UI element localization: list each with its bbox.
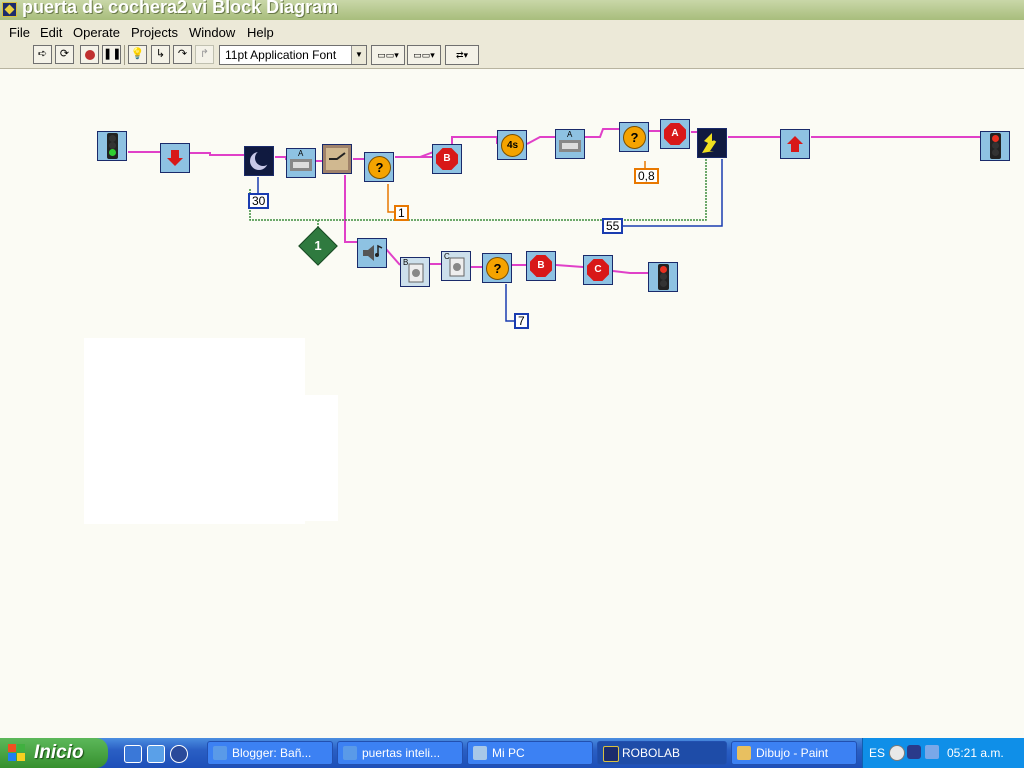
blank-panel-2 (305, 395, 338, 521)
font-select[interactable]: 11pt Application Font ▼ (219, 45, 367, 65)
task-mi-pc[interactable]: Mi PC (467, 741, 593, 765)
menu-bar: File Edit Operate Projects Window Help (0, 20, 1024, 42)
motor-a-label-2: A (567, 130, 573, 139)
task-blogger[interactable]: Blogger: Bañ... (207, 741, 333, 765)
highlight-execution-icon[interactable]: 💡 (128, 45, 147, 64)
internet-explorer-icon[interactable] (124, 745, 142, 763)
motor-c-label: C (444, 252, 450, 261)
run-arrow-icon[interactable]: ➪ (33, 45, 52, 64)
down-arrow-icon[interactable] (160, 143, 190, 173)
ie-icon-2 (343, 746, 357, 760)
question-wait-icon[interactable]: ? (364, 152, 394, 182)
block-diagram-canvas[interactable]: A ? B 4s A ? A 1 B C ? B C 30 1 55 0,8 7 (0, 69, 1024, 738)
motor-a-label: A (298, 149, 304, 158)
end-traffic-light-icon-2[interactable] (648, 262, 678, 292)
window-title: puerta de cochera2.vi Block Diagram (22, 0, 339, 17)
stop-motor-c-icon[interactable]: C (583, 255, 613, 285)
toolbar: ➪ ⟳ ❚❚ 💡 ↳ ↷ ↱ 11pt Application Font ▼ ▭… (0, 42, 1024, 69)
labview-app-icon[interactable] (2, 2, 17, 17)
constant-7[interactable]: 7 (514, 313, 529, 329)
align-objects-dropdown[interactable]: ▭▭▾ (371, 45, 405, 65)
blank-panel (84, 338, 305, 524)
media-player-icon[interactable] (170, 745, 188, 763)
question-wait-icon-2[interactable]: ? (619, 122, 649, 152)
start-label: Inicio (34, 742, 84, 763)
constant-55[interactable]: 55 (602, 218, 624, 234)
clock: 05:21 a.m. (947, 746, 1004, 760)
menu-projects[interactable]: Projects (131, 25, 178, 40)
sound-icon[interactable] (357, 238, 387, 268)
menu-file[interactable]: File (9, 25, 30, 40)
font-select-value: 11pt Application Font (225, 48, 337, 62)
up-arrow-icon[interactable] (780, 129, 810, 159)
title-bar: puerta de cochera2.vi Block Diagram (0, 0, 1024, 20)
menu-window[interactable]: Window (189, 25, 235, 40)
fork-branch-icon[interactable] (322, 144, 352, 174)
pause-icon[interactable]: ❚❚ (102, 45, 121, 64)
my-computer-icon (473, 746, 487, 760)
step-over-icon[interactable]: ↷ (173, 45, 192, 64)
taskbar: Inicio Blogger: Bañ... puertas inteli...… (0, 738, 1024, 768)
menu-help[interactable]: Help (247, 25, 274, 40)
stop-motor-b-icon[interactable]: B (526, 251, 556, 281)
system-tray: ES 05:21 a.m. (862, 738, 1024, 768)
menu-edit[interactable]: Edit (40, 25, 62, 40)
reorder-dropdown[interactable]: ⇄▾ (445, 45, 479, 65)
question-wait-icon-3[interactable]: ? (482, 253, 512, 283)
task-robolab[interactable]: ROBOLAB (597, 741, 727, 765)
light-sensor-sun-icon[interactable] (697, 128, 727, 158)
distribute-objects-dropdown[interactable]: ▭▭▾ (407, 45, 441, 65)
begin-traffic-light-icon[interactable] (97, 131, 127, 161)
stop-motor-a-icon[interactable]: A (660, 119, 690, 149)
robolab-icon (603, 746, 619, 762)
loop-count: 1 (314, 238, 322, 253)
task-puertas[interactable]: puertas inteli... (337, 741, 463, 765)
motor-a-forward-icon[interactable]: A (286, 148, 316, 178)
constant-0-8[interactable]: 0,8 (634, 168, 659, 184)
light-sensor-moon-icon[interactable] (244, 146, 274, 176)
outlook-express-icon[interactable] (147, 745, 165, 763)
menu-operate[interactable]: Operate (73, 25, 120, 40)
ie-icon (213, 746, 227, 760)
step-out-icon[interactable]: ↱ (195, 45, 214, 64)
constant-1[interactable]: 1 (394, 205, 409, 221)
motor-b-label: B (403, 258, 409, 267)
wait-4s-icon[interactable]: 4s (497, 130, 527, 160)
start-button[interactable]: Inicio (0, 738, 108, 768)
stop-motor-icon[interactable]: B (432, 144, 462, 174)
shield-icon[interactable] (907, 745, 921, 759)
motor-b-icon[interactable]: B (400, 257, 430, 287)
toolbar-separator (124, 45, 125, 65)
chevron-down-icon[interactable]: ▼ (351, 46, 366, 64)
chevron-left-icon[interactable] (889, 745, 905, 761)
constant-30[interactable]: 30 (248, 193, 270, 209)
task-paint[interactable]: Dibujo - Paint (731, 741, 857, 765)
motor-a-reverse-icon[interactable]: A (555, 129, 585, 159)
network-icon[interactable] (925, 745, 939, 759)
motor-c-icon[interactable]: C (441, 251, 471, 281)
windows-flag-icon (8, 744, 26, 762)
run-continuously-icon[interactable]: ⟳ (55, 45, 74, 64)
paint-icon (737, 746, 751, 760)
end-traffic-light-icon[interactable] (980, 131, 1010, 161)
language-indicator[interactable]: ES (869, 746, 885, 760)
step-into-icon[interactable]: ↳ (151, 45, 170, 64)
abort-icon[interactable] (80, 45, 99, 64)
